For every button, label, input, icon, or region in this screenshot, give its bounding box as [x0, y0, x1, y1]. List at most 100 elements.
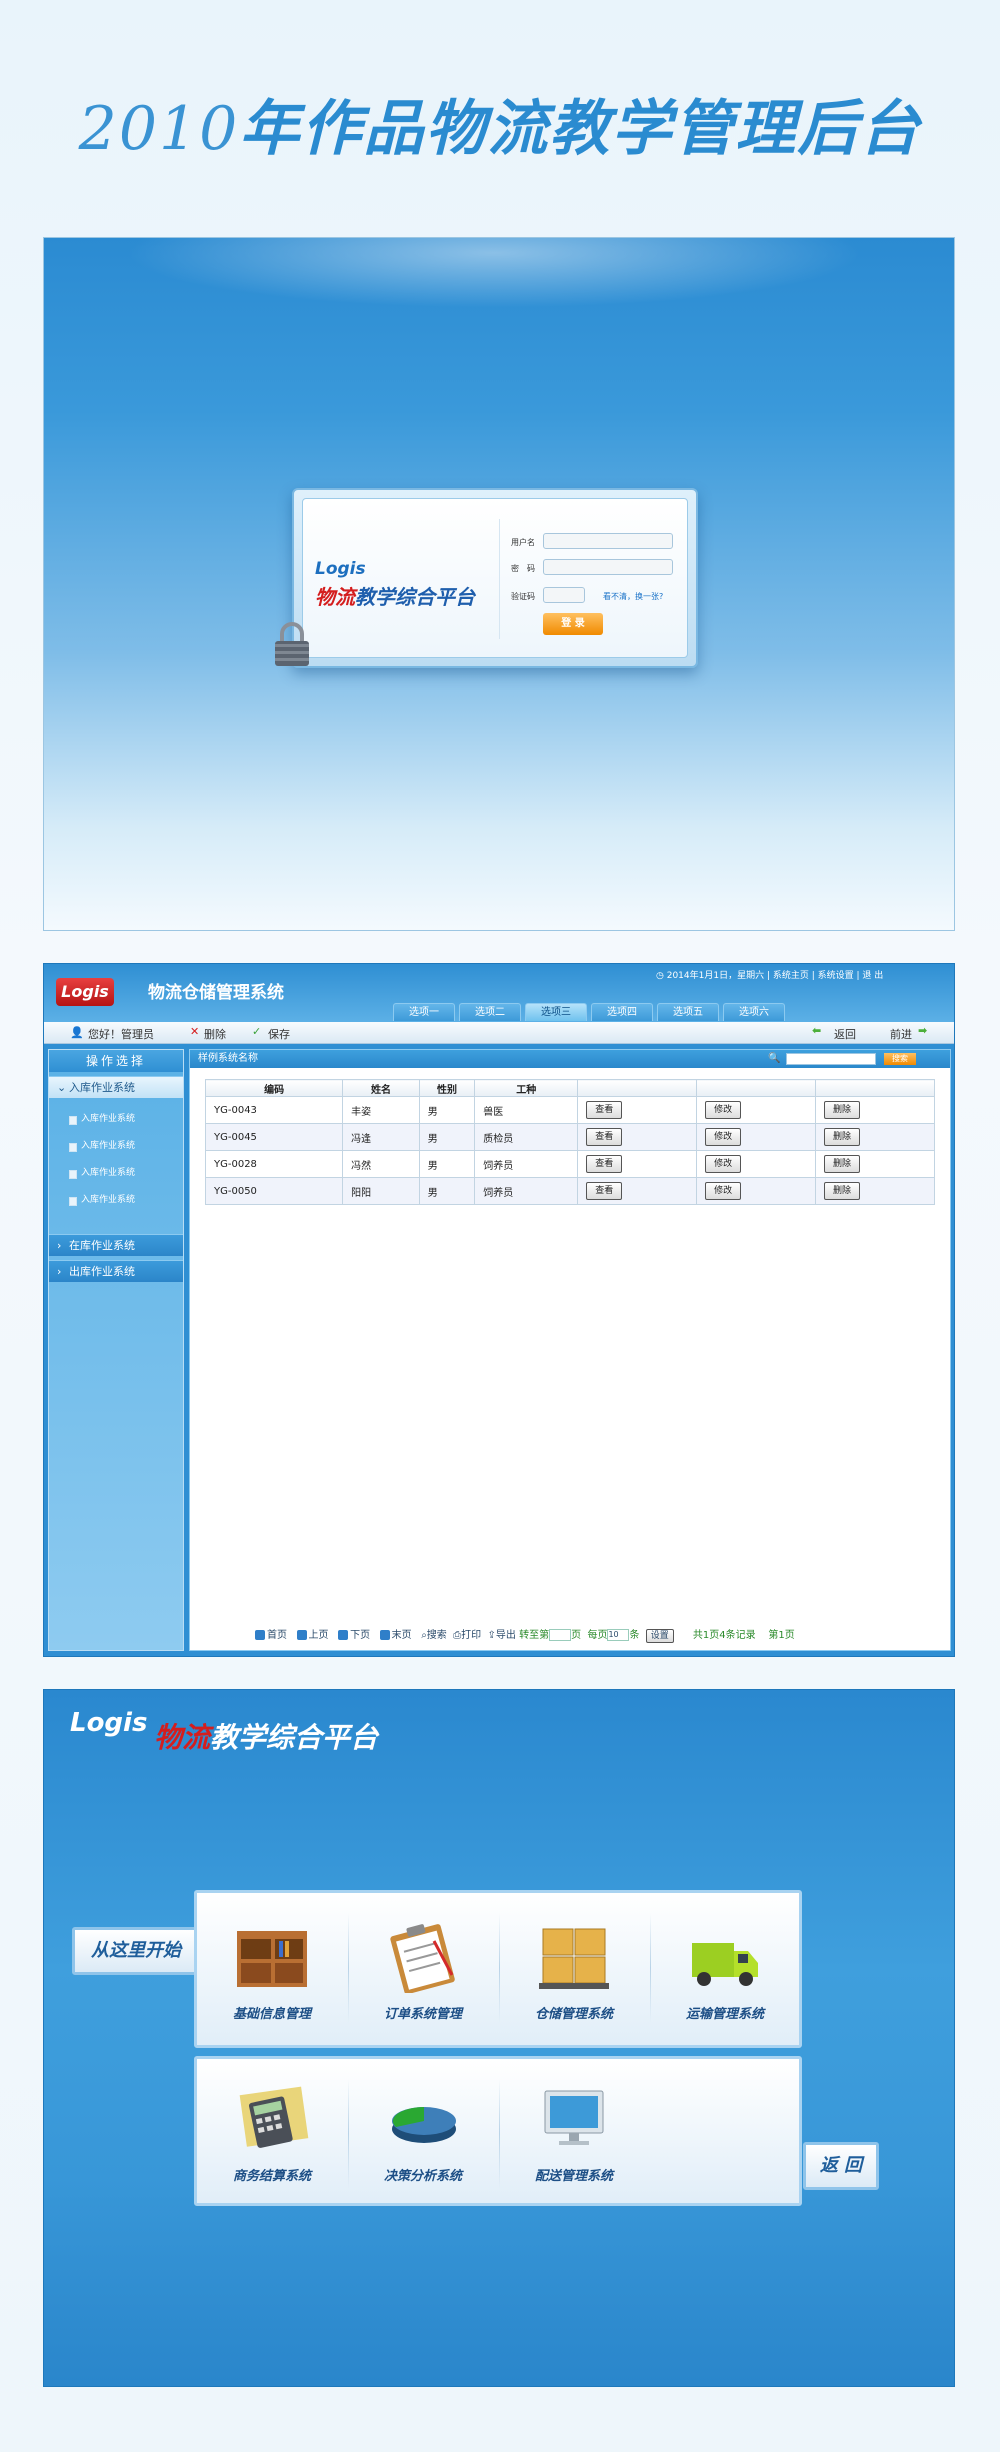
delete-icon: ✕	[190, 1025, 200, 1038]
tab-3[interactable]: 选项三	[525, 1003, 587, 1021]
link-settings[interactable]: 系统设置	[818, 971, 854, 981]
chevron-right-icon: ›	[57, 1239, 62, 1252]
tab-1[interactable]: 选项一	[393, 1003, 455, 1021]
delete-button[interactable]: 删除	[204, 1026, 226, 1042]
next-page-link[interactable]: 下页	[350, 1630, 370, 1641]
main-content: 样例系统名称 🔍 搜索 编码 姓名 性别 工种 YG-0043 丰姿男兽医 查看 修改 删除 …	[189, 1049, 951, 1651]
view-button[interactable]: 查看	[586, 1155, 623, 1173]
username-label: 用户名	[511, 538, 535, 547]
tab-6[interactable]: 选项六	[723, 1003, 785, 1021]
sidebar-group-storage[interactable]: › 在库作业系统	[49, 1234, 183, 1256]
save-button[interactable]: 保存	[268, 1026, 290, 1042]
admin-screen: Logis 物流仓储管理系统 ◷ 2014年1月1日，星期六 | 系统主页 | …	[43, 963, 955, 1657]
username-input[interactable]	[543, 533, 673, 549]
total-records: 4条记录	[719, 1630, 756, 1641]
prev-page-link[interactable]: 上页	[309, 1630, 329, 1641]
edit-button[interactable]: 修改	[705, 1128, 742, 1146]
table-row: YG-0043 丰姿男兽医 查看 修改 删除	[204, 1096, 935, 1124]
table-header: 编码 姓名 性别 工种	[204, 1079, 935, 1097]
link-home[interactable]: 系统主页	[773, 971, 809, 981]
password-label: 密 码	[511, 564, 535, 573]
sidebar-item-4[interactable]: 入库作业系统	[49, 1187, 183, 1214]
module-orders[interactable]: 订单系统管理	[348, 1921, 498, 2022]
portal-logo: Logis	[70, 1708, 148, 1738]
edit-button[interactable]: 修改	[705, 1101, 742, 1119]
top-bar: ◷ 2014年1月1日，星期六 | 系统主页 | 系统设置 | 退 出	[656, 971, 884, 981]
toolbar: 👤 您好！管理员 ✕ 删除 ✓ 保存 ⬅ 返回 前进 ➡	[44, 1022, 954, 1044]
delete-row-button[interactable]: 删除	[824, 1128, 861, 1146]
sidebar: 操作选择 ⌄ 入库作业系统 入库作业系统 入库作业系统 入库作业系统 入库作业系统…	[48, 1049, 184, 1651]
sidebar-item-3[interactable]: 入库作业系统	[49, 1160, 183, 1187]
portal-brand: 物流教学综合平台	[154, 1721, 379, 1754]
boxes-icon	[539, 1928, 609, 1989]
per-page-input[interactable]: 10	[607, 1629, 630, 1641]
set-button[interactable]: 设置	[645, 1629, 674, 1643]
search-input[interactable]	[786, 1053, 876, 1065]
view-button[interactable]: 查看	[586, 1182, 623, 1200]
goto-page-input[interactable]	[549, 1629, 572, 1641]
login-button[interactable]: 登 录	[543, 613, 603, 635]
edit-button[interactable]: 修改	[705, 1155, 742, 1173]
content-header: 样例系统名称 🔍 搜索	[190, 1050, 950, 1068]
captcha-refresh-link[interactable]: 看不清，换一张?	[603, 591, 663, 602]
date-text: 2014年1月1日，星期六	[666, 971, 765, 981]
back-button[interactable]: 返 回	[803, 2142, 879, 2190]
sidebar-group-outbound[interactable]: › 出库作业系统	[49, 1260, 183, 1282]
view-button[interactable]: 查看	[586, 1101, 623, 1119]
delete-row-button[interactable]: 删除	[824, 1101, 861, 1119]
chevron-down-icon: ⌄	[57, 1081, 67, 1094]
user-icon: 👤	[70, 1026, 84, 1039]
search-button[interactable]: 搜索	[884, 1053, 916, 1065]
pager: 首页 上页 下页 末页 ⌕搜索 ⎙打印 ⇪导出 转至第页 每页10 条 设置 共1…	[255, 1626, 945, 1643]
search-icon: 🔍	[768, 1053, 781, 1064]
module-basic-info[interactable]: 基础信息管理	[197, 1921, 347, 2022]
captcha-input[interactable]	[543, 587, 585, 603]
module-decision[interactable]: 决策分析系统	[348, 2083, 498, 2184]
sidebar-header: 操作选择	[49, 1050, 183, 1072]
pager-search[interactable]: 搜索	[427, 1630, 447, 1641]
forward-button[interactable]: 前进	[890, 1026, 912, 1042]
login-screen: Logis 物流教学综合平台 用户名 密 码 验证码 看不清，换一张? 登 录	[43, 237, 955, 931]
sidebar-item-1[interactable]: 入库作业系统	[49, 1106, 183, 1133]
tab-4[interactable]: 选项四	[591, 1003, 653, 1021]
lock-icon	[275, 622, 309, 666]
module-delivery[interactable]: 配送管理系统	[499, 2083, 649, 2184]
last-page-icon	[379, 1630, 390, 1640]
captcha-label: 验证码	[511, 592, 535, 601]
print-link[interactable]: 打印	[461, 1630, 481, 1641]
monitor-icon	[544, 2090, 604, 2145]
module-transport[interactable]: 运输管理系统	[650, 1921, 800, 2022]
module-menu-row-1: 基础信息管理 订单系统管理 仓储管理系统 运输管理系统	[194, 1890, 802, 2048]
data-table: 编码 姓名 性别 工种 YG-0043 丰姿男兽医 查看 修改 删除 YG-0045 冯逢男质检…	[204, 1079, 935, 1205]
print-icon: ⎙	[453, 1630, 462, 1641]
password-input[interactable]	[543, 559, 673, 575]
page-title: 2010年作品物流教学管理后台	[78, 94, 922, 164]
calculator-icon	[239, 2086, 309, 2148]
admin-header: Logis 物流仓储管理系统 ◷ 2014年1月1日，星期六 | 系统主页 | …	[44, 964, 954, 1022]
current-page: 第1页	[768, 1630, 795, 1641]
delete-row-button[interactable]: 删除	[824, 1182, 861, 1200]
sidebar-group-inbound[interactable]: ⌄ 入库作业系统	[49, 1076, 183, 1098]
system-title: 物流仓储管理系统	[148, 983, 284, 1003]
link-logout[interactable]: 退 出	[862, 971, 883, 981]
back-button[interactable]: 返回	[834, 1026, 856, 1042]
login-logo: Logis	[315, 559, 366, 579]
view-button[interactable]: 查看	[586, 1128, 623, 1146]
edit-button[interactable]: 修改	[705, 1182, 742, 1200]
clipboard-icon	[390, 1924, 455, 1995]
first-page-link[interactable]: 首页	[267, 1630, 287, 1641]
module-settlement[interactable]: 商务结算系统	[197, 2083, 347, 2184]
module-warehouse[interactable]: 仓储管理系统	[499, 1921, 649, 2022]
last-page-link[interactable]: 末页	[392, 1630, 412, 1641]
sidebar-item-2[interactable]: 入库作业系统	[49, 1133, 183, 1160]
first-page-icon	[255, 1630, 265, 1640]
table-row: YG-0045 冯逢男质检员 查看 修改 删除	[204, 1123, 935, 1151]
pie-chart-icon	[392, 2107, 456, 2143]
tab-5[interactable]: 选项五	[657, 1003, 719, 1021]
delete-row-button[interactable]: 删除	[824, 1155, 861, 1173]
total-pages: 共1页	[692, 1630, 720, 1641]
module-menu-row-2: 商务结算系统 决策分析系统 配送管理系统	[194, 2056, 802, 2206]
export-link[interactable]: 导出	[496, 1630, 516, 1641]
tab-2[interactable]: 选项二	[459, 1003, 521, 1021]
start-button[interactable]: 从这里开始	[72, 1927, 200, 1975]
